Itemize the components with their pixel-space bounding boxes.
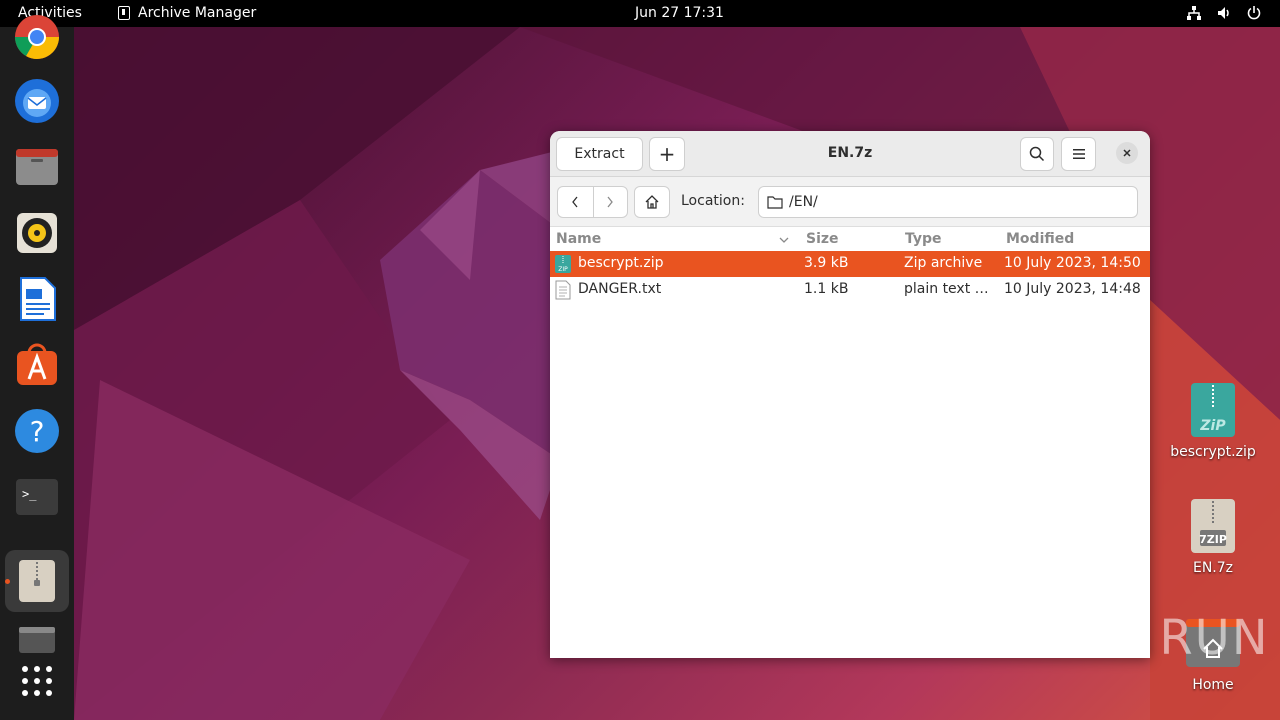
file-size: 3.9 kB <box>804 255 849 271</box>
back-button[interactable] <box>558 187 593 217</box>
column-size[interactable]: Size <box>806 231 839 247</box>
home-icon <box>645 195 659 209</box>
clock[interactable]: Jun 27 17:31 <box>635 5 724 21</box>
sort-chevron-down-icon <box>778 233 790 249</box>
terminal-icon[interactable]: >_ <box>13 473 61 521</box>
table-row[interactable]: DANGER.txt 1.1 kB plain text … 10 July 2… <box>550 277 1150 303</box>
file-type: plain text … <box>904 281 989 297</box>
folder-icon <box>767 196 783 209</box>
text-file-icon <box>554 280 572 300</box>
table-row[interactable]: ZIP bescrypt.zip 3.9 kB Zip archive 10 J… <box>550 251 1150 277</box>
search-icon <box>1029 146 1045 162</box>
desktop-icon-en-7z[interactable]: 7ZIP EN.7z <box>1165 498 1261 576</box>
svg-text:7ZIP: 7ZIP <box>1199 533 1227 546</box>
location-label: Location: <box>681 193 745 209</box>
search-button[interactable] <box>1020 137 1054 171</box>
close-button[interactable] <box>1116 142 1138 164</box>
column-type[interactable]: Type <box>905 231 942 247</box>
watermark: ANY RUN <box>1038 610 1270 666</box>
svg-text:ZIP: ZIP <box>558 266 568 273</box>
file-name: bescrypt.zip <box>578 255 664 271</box>
menu-button[interactable] <box>1061 137 1096 171</box>
navigation-buttons <box>557 186 628 218</box>
disk-icon[interactable] <box>13 615 61 663</box>
thunderbird-icon[interactable] <box>13 77 61 125</box>
file-modified: 10 July 2023, 14:48 <box>1004 281 1141 297</box>
app-grid-icon[interactable] <box>13 657 61 705</box>
close-icon <box>1123 149 1131 157</box>
svg-text:?: ? <box>30 415 45 448</box>
chevron-left-icon <box>572 196 578 208</box>
file-modified: 10 July 2023, 14:50 <box>1004 255 1141 271</box>
chevron-right-icon <box>607 196 614 208</box>
volume-icon[interactable] <box>1216 5 1232 21</box>
rhythmbox-icon[interactable] <box>13 209 61 257</box>
help-icon[interactable]: ? <box>13 407 61 455</box>
desktop-icon-bescrypt-zip[interactable]: ZiP bescrypt.zip <box>1165 382 1261 460</box>
desktop-icon-label: EN.7z <box>1192 560 1234 576</box>
desktop-icon-label: Home <box>1192 677 1234 693</box>
system-tray[interactable] <box>1186 5 1262 21</box>
files-icon[interactable] <box>13 143 61 191</box>
location-field[interactable]: /EN/ <box>758 186 1138 218</box>
location-path: /EN/ <box>789 194 818 210</box>
file-name: DANGER.txt <box>578 281 662 297</box>
forward-button[interactable] <box>592 187 628 217</box>
file-size: 1.1 kB <box>804 281 849 297</box>
svg-text:>_: >_ <box>22 487 37 501</box>
app-menu-label: Archive Manager <box>138 5 257 21</box>
desktop-icon-label: bescrypt.zip <box>1170 444 1256 460</box>
home-button[interactable] <box>634 186 670 218</box>
column-name[interactable]: Name <box>556 231 601 247</box>
app-menu[interactable]: Archive Manager <box>118 5 256 21</box>
top-bar: Activities Archive Manager Jun 27 17:31 <box>0 0 1280 27</box>
hamburger-icon <box>1072 149 1085 159</box>
chrome-icon[interactable] <box>13 13 61 61</box>
header-bar: Extract + EN.7z <box>550 131 1150 177</box>
column-modified[interactable]: Modified <box>1006 231 1074 247</box>
power-icon[interactable] <box>1246 5 1262 21</box>
svg-text:ZiP: ZiP <box>1199 418 1226 434</box>
archive-manager-dock-icon[interactable] <box>5 550 69 612</box>
dock: ? >_ <box>0 15 74 720</box>
software-store-icon[interactable] <box>13 341 61 389</box>
file-list: Name Size Type Modified ZIP bescrypt.zip… <box>550 227 1150 658</box>
network-icon[interactable] <box>1186 5 1202 21</box>
archive-manager-window: Extract + EN.7z Location: /EN/ Name Size… <box>550 131 1150 658</box>
file-type: Zip archive <box>904 255 983 271</box>
running-indicator <box>5 579 10 584</box>
column-headers: Name Size Type Modified <box>550 227 1150 251</box>
archive-manager-icon <box>118 6 130 20</box>
location-bar: Location: /EN/ <box>550 177 1150 227</box>
zip-icon: ZIP <box>554 254 572 274</box>
window-title: EN.7z <box>827 145 873 161</box>
zip-file-icon: ZiP <box>1190 382 1236 438</box>
7zip-file-icon: 7ZIP <box>1190 498 1236 554</box>
libreoffice-writer-icon[interactable] <box>13 275 61 323</box>
